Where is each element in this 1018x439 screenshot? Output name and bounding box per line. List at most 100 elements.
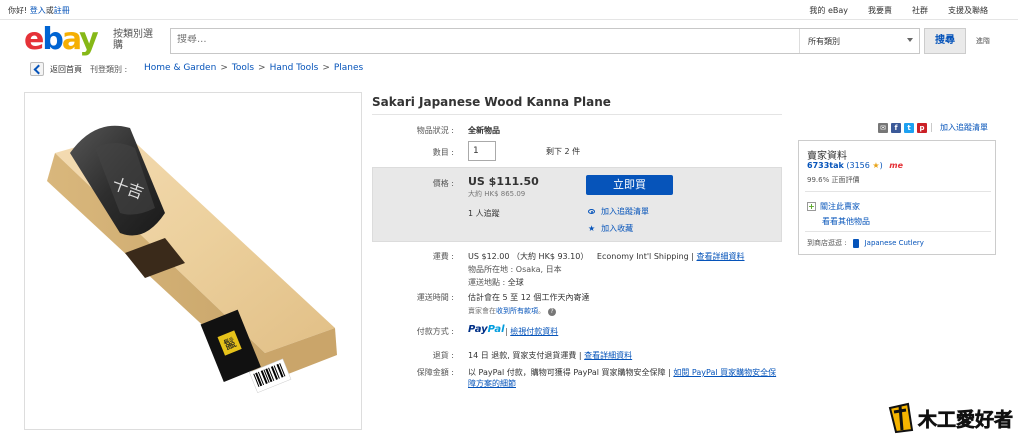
paypal-pay: Pay <box>468 324 488 335</box>
positive-feedback: 99.6% 正面評價 <box>807 176 860 184</box>
watermark-logo: 木工愛好者 <box>886 400 1014 436</box>
search-box: 所有類別 <box>170 28 920 54</box>
buy-now-button[interactable]: 立即買 <box>586 175 673 195</box>
pinterest-icon[interactable]: p <box>917 122 927 133</box>
or-text: 或 <box>45 6 54 15</box>
price-approx: 大約 HK$ 865.09 <box>468 190 526 198</box>
logo-b: b <box>42 22 64 57</box>
back-home-link[interactable]: 返回首頁 <box>50 64 82 75</box>
crumb-separator: > <box>258 63 266 73</box>
item-location-label: 物品所在地 : <box>468 265 514 274</box>
category-browse[interactable]: 按類別選購 <box>113 29 161 51</box>
logo-e: e <box>24 22 44 57</box>
help-icon[interactable]: ? <box>548 308 556 316</box>
share-separator: | <box>930 122 934 133</box>
watchers-count: 1 人追蹤 <box>468 209 500 218</box>
price-value: US $111.50 <box>468 175 539 188</box>
payment-links: | 檢視付款資料 <box>505 326 558 337</box>
store-icon <box>852 238 859 248</box>
payment-separator: | <box>505 327 508 336</box>
delivery-estimate: 估計會在 5 至 12 個工作天內寄達 <box>468 293 590 302</box>
quantity-available: 剩下 2 件 <box>546 147 581 156</box>
my-ebay-link[interactable]: 我的 eBay <box>809 5 848 16</box>
advanced-search-link[interactable]: 進階 <box>976 36 990 46</box>
quantity-input[interactable]: 1 <box>468 141 496 161</box>
seller-info-box: 賣家資料 6733tak (3156 ★) me 99.6% 正面評價 + 關注… <box>798 140 996 255</box>
other-items-link[interactable]: 看看其他物品 <box>822 216 870 227</box>
shipping-details-link[interactable]: 查看詳細資料 <box>697 252 745 261</box>
crumb-planes[interactable]: Planes <box>334 63 363 73</box>
payment-label: 付款方式 : <box>416 327 454 336</box>
returns-text: 14 日 退款, 買家支付退貨運費 | <box>468 351 582 360</box>
returns-label: 退貨 : <box>432 351 454 360</box>
sell-link[interactable]: 我要賣 <box>868 5 892 16</box>
listed-in-label: 刊登類別 : <box>90 65 128 74</box>
delivery-note: 賣家會在收到所有款項。? <box>468 306 556 316</box>
breadcrumb: 返回首頁 刊登類別 : Home & Garden > Tools > Hand… <box>24 62 994 78</box>
greeting-text: 你好! <box>8 6 28 15</box>
crumb-separator: > <box>220 63 228 73</box>
crumb-hand-tools[interactable]: Hand Tools <box>270 63 319 73</box>
category-dropdown[interactable]: 所有類別 <box>799 29 919 53</box>
search-button[interactable]: 搜尋 <box>924 28 966 54</box>
greeting: 你好! 登入或註冊 <box>8 5 70 16</box>
ships-to-value: 全球 <box>507 278 524 287</box>
seller-divider <box>805 191 991 192</box>
watermark-text: 木工愛好者 <box>917 408 1013 431</box>
search-input[interactable] <box>177 34 777 45</box>
product-image-panel[interactable]: 十吉 鬣 <box>24 92 362 430</box>
returns-policy: 14 日 退款, 買家支付退貨運費 | 查看詳細資料 <box>468 350 632 361</box>
condition-value: 全新物品 <box>468 126 500 135</box>
seller-name-link[interactable]: 6733tak <box>807 161 844 170</box>
delivery-note-suffix: 。 <box>538 307 545 315</box>
shipping-cost-text: US $12.00 （大約 HK$ 93.10） <box>468 252 589 261</box>
header: ebay 按類別選購 所有類別 搜尋 進階 <box>0 20 1018 60</box>
eye-icon <box>588 209 595 214</box>
add-to-watchlist-link[interactable]: 加入追蹤清單 <box>588 206 649 217</box>
item-title: Sakari Japanese Wood Kanna Plane <box>372 95 611 109</box>
shipping-service: Economy Int'l Shipping | <box>596 252 694 261</box>
item-location-value: Osaka, 日本 <box>515 265 562 274</box>
ebay-logo[interactable]: ebay <box>24 22 99 57</box>
register-link[interactable]: 註冊 <box>54 6 70 15</box>
twitter-icon[interactable]: t <box>904 122 914 133</box>
share-row: ✉ f t p | 加入追蹤清單 <box>878 122 988 133</box>
mail-icon[interactable]: ✉ <box>878 122 888 133</box>
price-label: 價格 : <box>432 179 454 188</box>
plus-icon: + <box>807 202 816 211</box>
returns-details-link[interactable]: 查看詳細資料 <box>584 351 632 360</box>
top-strip: 你好! 登入或註冊 我的 eBay 我要賣 社群 支援及聯絡 <box>0 0 1018 20</box>
help-link[interactable]: 支援及聯絡 <box>948 5 988 16</box>
cleared-payment-link[interactable]: 收到所有款項 <box>496 307 538 315</box>
share-add-watchlist-link[interactable]: 加入追蹤清單 <box>940 122 988 133</box>
feedback-count[interactable]: (3156 <box>846 161 869 170</box>
guarantee-label: 保障金額 : <box>416 368 454 377</box>
product-image: 十吉 鬣 <box>47 125 337 394</box>
community-link[interactable]: 社群 <box>912 5 928 16</box>
facebook-icon[interactable]: f <box>891 122 901 133</box>
logo-a: a <box>61 22 81 57</box>
feedback-close: ) <box>879 161 883 170</box>
watermark-graphic: 木工愛好者 <box>888 402 1013 434</box>
store-link[interactable]: Japanese Cutlery <box>865 239 924 247</box>
payment-details-link[interactable]: 檢視付款資料 <box>510 327 558 336</box>
crumb-tools[interactable]: Tools <box>232 63 254 73</box>
item-location: 物品所在地 : Osaka, 日本 <box>468 264 562 275</box>
condition-label: 物品狀況 : <box>416 126 454 135</box>
seller-divider <box>805 231 991 232</box>
back-arrow-icon[interactable] <box>30 62 44 76</box>
category-dropdown-label: 所有類別 <box>808 37 840 46</box>
me-icon[interactable]: me <box>889 161 903 170</box>
save-seller-link[interactable]: + 關注此賣家 <box>807 201 860 212</box>
crumb-home-garden[interactable]: Home & Garden <box>144 63 216 73</box>
signin-link[interactable]: 登入 <box>30 6 46 15</box>
add-to-watchlist-label: 加入追蹤清單 <box>601 207 649 216</box>
add-to-collection-link[interactable]: ★ 加入收藏 <box>588 223 633 234</box>
chevron-down-icon <box>907 38 913 42</box>
seller-title: 賣家資料 <box>807 151 847 162</box>
quantity-label: 數目 : <box>432 148 454 157</box>
guarantee-text: 以 PayPal 付款，購物可獲得 PayPal 買家購物安全保障 | 如閱 P… <box>468 367 780 389</box>
seller-name: 6733tak (3156 ★) me <box>807 161 903 170</box>
star-icon: ★ <box>588 224 596 233</box>
top-links: 我的 eBay 我要賣 社群 支援及聯絡 <box>809 5 988 16</box>
